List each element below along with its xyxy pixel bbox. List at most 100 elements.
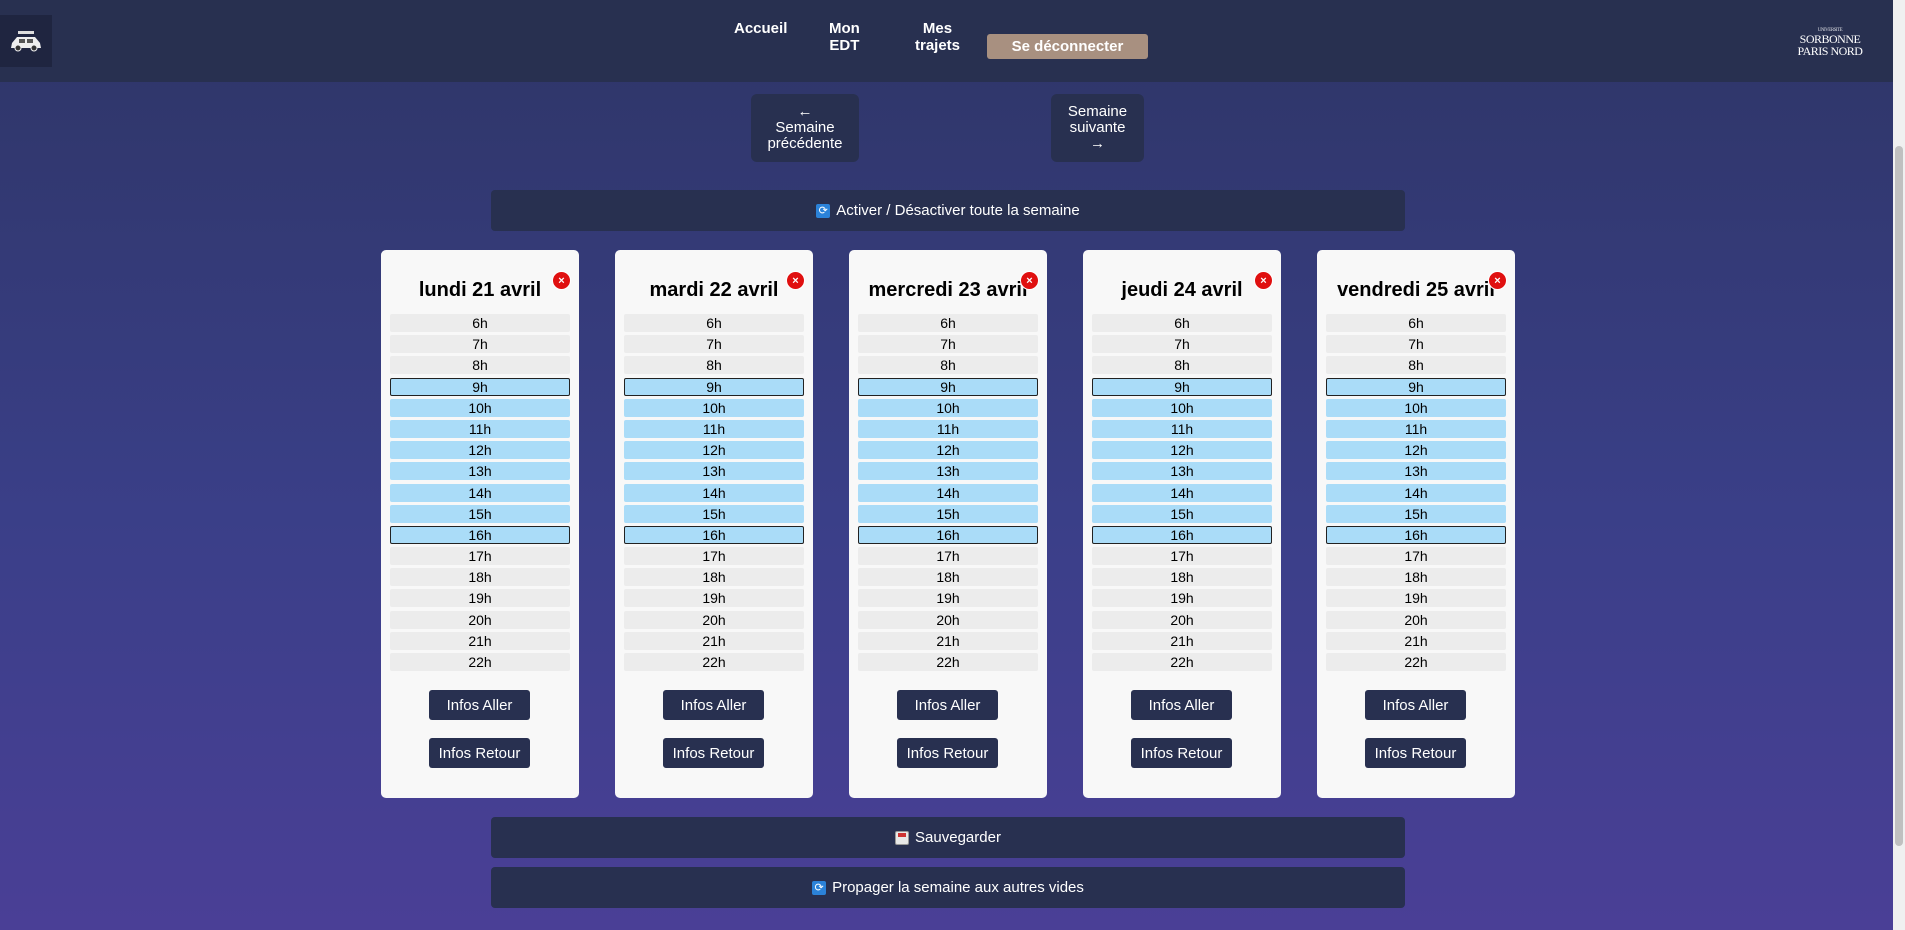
hour-slot[interactable]: 9h xyxy=(1326,377,1506,396)
save-button[interactable]: Sauvegarder xyxy=(491,817,1405,858)
hour-slot[interactable]: 22h xyxy=(624,653,804,671)
hour-slot[interactable]: 15h xyxy=(1326,504,1506,523)
hour-slot[interactable]: 21h xyxy=(1092,631,1272,650)
nav-trips-link[interactable]: Mes trajets xyxy=(915,20,960,54)
info-return-button[interactable]: Infos Retour xyxy=(663,738,764,768)
hour-slot[interactable]: 17h xyxy=(1092,547,1272,566)
hour-slot[interactable]: 20h xyxy=(858,610,1038,629)
hour-slot[interactable]: 11h xyxy=(1326,419,1506,438)
hour-slot[interactable]: 10h xyxy=(858,398,1038,417)
hour-slot[interactable]: 12h xyxy=(624,441,804,460)
hour-slot[interactable]: 21h xyxy=(390,631,570,650)
hour-slot[interactable]: 14h xyxy=(858,483,1038,502)
hour-slot[interactable]: 16h xyxy=(858,525,1038,544)
hour-slot[interactable]: 11h xyxy=(390,419,570,438)
hour-slot[interactable]: 17h xyxy=(390,547,570,566)
hour-slot[interactable]: 13h xyxy=(390,462,570,481)
info-return-button[interactable]: Infos Retour xyxy=(1365,738,1466,768)
hour-slot[interactable]: 22h xyxy=(1326,653,1506,671)
hour-slot[interactable]: 17h xyxy=(1326,547,1506,566)
hour-slot[interactable]: 6h xyxy=(1092,314,1272,332)
hour-slot[interactable]: 6h xyxy=(624,314,804,332)
hour-slot[interactable]: 7h xyxy=(1092,335,1272,354)
hour-slot[interactable]: 8h xyxy=(1092,356,1272,375)
info-go-button[interactable]: Infos Aller xyxy=(429,690,530,720)
hour-slot[interactable]: 16h xyxy=(624,525,804,544)
hour-slot[interactable]: 11h xyxy=(624,419,804,438)
hour-slot[interactable]: 10h xyxy=(1092,398,1272,417)
hour-slot[interactable]: 15h xyxy=(1092,504,1272,523)
toggle-week-button[interactable]: ⟳ Activer / Désactiver toute la semaine xyxy=(491,190,1405,231)
hour-slot[interactable]: 7h xyxy=(858,335,1038,354)
hour-slot[interactable]: 19h xyxy=(1092,589,1272,608)
hour-slot[interactable]: 13h xyxy=(1326,462,1506,481)
hour-slot[interactable]: 12h xyxy=(390,441,570,460)
hour-slot[interactable]: 13h xyxy=(624,462,804,481)
scrollbar-thumb[interactable] xyxy=(1895,146,1903,846)
hour-slot[interactable]: 19h xyxy=(624,589,804,608)
hour-slot[interactable]: 16h xyxy=(1326,525,1506,544)
hour-slot[interactable]: 13h xyxy=(1092,462,1272,481)
hour-slot[interactable]: 21h xyxy=(624,631,804,650)
hour-slot[interactable]: 12h xyxy=(858,441,1038,460)
hour-slot[interactable]: 10h xyxy=(1326,398,1506,417)
hour-slot[interactable]: 20h xyxy=(390,610,570,629)
close-icon[interactable]: × xyxy=(1488,271,1507,290)
logout-button[interactable]: Se déconnecter xyxy=(987,34,1148,59)
hour-slot[interactable]: 15h xyxy=(624,504,804,523)
hour-slot[interactable]: 8h xyxy=(390,356,570,375)
info-go-button[interactable]: Infos Aller xyxy=(1365,690,1466,720)
nav-home-link[interactable]: Accueil xyxy=(734,20,787,37)
hour-slot[interactable]: 7h xyxy=(390,335,570,354)
hour-slot[interactable]: 10h xyxy=(390,398,570,417)
previous-week-button[interactable]: ← Semaine précédente xyxy=(751,94,859,162)
hour-slot[interactable]: 20h xyxy=(1092,610,1272,629)
hour-slot[interactable]: 19h xyxy=(858,589,1038,608)
nav-schedule-link[interactable]: Mon EDT xyxy=(829,20,860,54)
next-week-button[interactable]: Semaine suivante → xyxy=(1051,94,1144,162)
hour-slot[interactable]: 10h xyxy=(624,398,804,417)
hour-slot[interactable]: 18h xyxy=(1326,568,1506,587)
close-icon[interactable]: × xyxy=(786,271,805,290)
hour-slot[interactable]: 22h xyxy=(858,653,1038,671)
hour-slot[interactable]: 16h xyxy=(1092,525,1272,544)
hour-slot[interactable]: 11h xyxy=(1092,419,1272,438)
hour-slot[interactable]: 15h xyxy=(858,504,1038,523)
hour-slot[interactable]: 18h xyxy=(858,568,1038,587)
hour-slot[interactable]: 12h xyxy=(1326,441,1506,460)
hour-slot[interactable]: 13h xyxy=(858,462,1038,481)
hour-slot[interactable]: 8h xyxy=(624,356,804,375)
hour-slot[interactable]: 9h xyxy=(1092,377,1272,396)
hour-slot[interactable]: 17h xyxy=(624,547,804,566)
info-go-button[interactable]: Infos Aller xyxy=(1131,690,1232,720)
info-go-button[interactable]: Infos Aller xyxy=(663,690,764,720)
hour-slot[interactable]: 6h xyxy=(390,314,570,332)
info-return-button[interactable]: Infos Retour xyxy=(429,738,530,768)
hour-slot[interactable]: 21h xyxy=(1326,631,1506,650)
close-icon[interactable]: × xyxy=(552,271,571,290)
hour-slot[interactable]: 17h xyxy=(858,547,1038,566)
hour-slot[interactable]: 15h xyxy=(390,504,570,523)
hour-slot[interactable]: 20h xyxy=(624,610,804,629)
hour-slot[interactable]: 19h xyxy=(1326,589,1506,608)
hour-slot[interactable]: 11h xyxy=(858,419,1038,438)
scrollbar-track[interactable] xyxy=(1893,0,1905,930)
hour-slot[interactable]: 20h xyxy=(1326,610,1506,629)
hour-slot[interactable]: 14h xyxy=(390,483,570,502)
hour-slot[interactable]: 18h xyxy=(1092,568,1272,587)
hour-slot[interactable]: 8h xyxy=(858,356,1038,375)
hour-slot[interactable]: 7h xyxy=(624,335,804,354)
hour-slot[interactable]: 12h xyxy=(1092,441,1272,460)
hour-slot[interactable]: 9h xyxy=(858,377,1038,396)
hour-slot[interactable]: 14h xyxy=(1326,483,1506,502)
close-icon[interactable]: × xyxy=(1020,271,1039,290)
hour-slot[interactable]: 14h xyxy=(1092,483,1272,502)
hour-slot[interactable]: 18h xyxy=(390,568,570,587)
app-logo[interactable] xyxy=(0,15,52,67)
hour-slot[interactable]: 16h xyxy=(390,525,570,544)
hour-slot[interactable]: 22h xyxy=(1092,653,1272,671)
hour-slot[interactable]: 18h xyxy=(624,568,804,587)
hour-slot[interactable]: 9h xyxy=(624,377,804,396)
propagate-week-button[interactable]: ⟳ Propager la semaine aux autres vides xyxy=(491,867,1405,908)
hour-slot[interactable]: 19h xyxy=(390,589,570,608)
